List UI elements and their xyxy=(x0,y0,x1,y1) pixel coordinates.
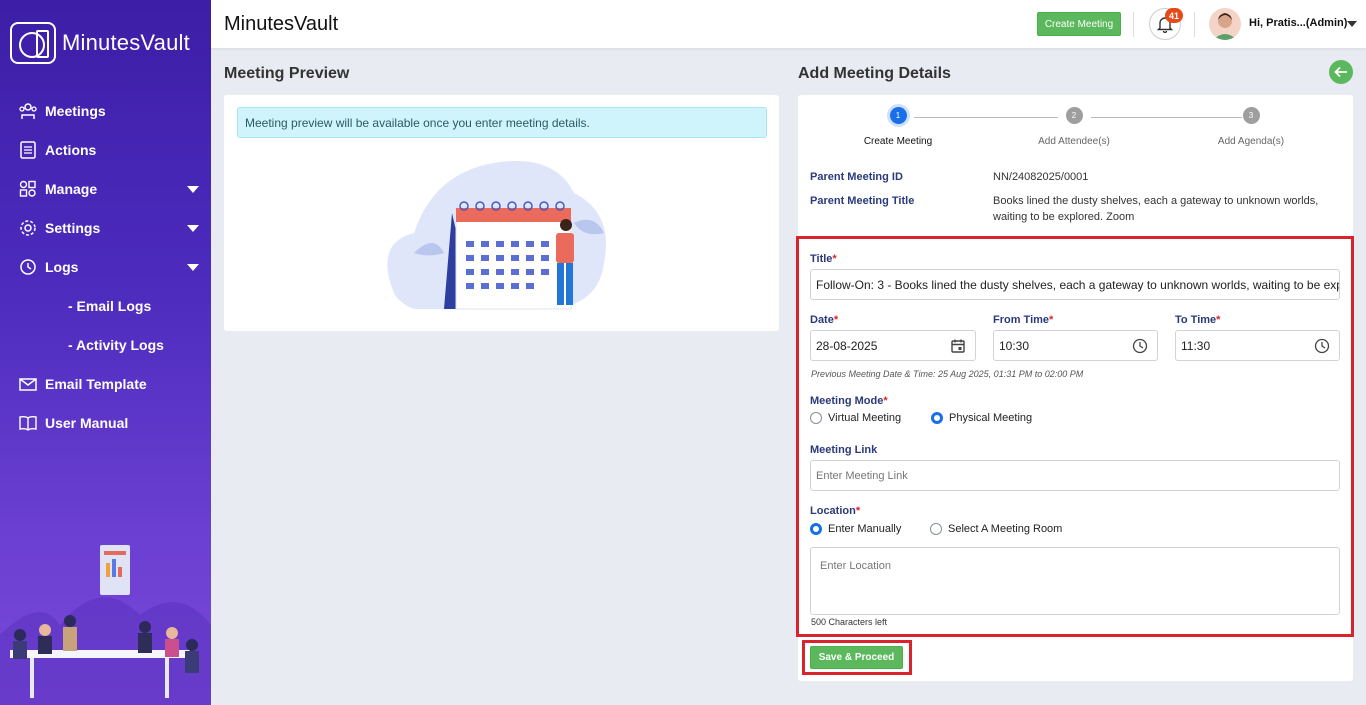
save-proceed-button[interactable]: Save & Proceed xyxy=(810,646,903,669)
history-icon xyxy=(18,257,38,277)
sidebar-item-settings[interactable]: Settings xyxy=(0,208,211,247)
from-time-input[interactable]: 10:30 xyxy=(993,330,1158,361)
title-input[interactable]: Follow-On: 3 - Books lined the dusty she… xyxy=(810,269,1340,300)
meeting-mode-label: Meeting Mode* xyxy=(810,395,888,407)
sidebar-item-label: - Email Logs xyxy=(68,297,152,314)
preview-notice: Meeting preview will be available once y… xyxy=(237,107,767,138)
brand-name: MinutesVault xyxy=(62,30,190,55)
preview-card: Meeting preview will be available once y… xyxy=(224,95,779,331)
sidebar-item-label: Email Template xyxy=(45,375,147,392)
sidebar-item-label: Actions xyxy=(45,141,97,158)
step-add-attendees[interactable]: 2 Add Attendee(s) xyxy=(1024,107,1124,147)
avatar[interactable] xyxy=(1209,8,1241,40)
brand-logo[interactable]: MinutesVault xyxy=(10,22,190,64)
sidebar-item-user-manual[interactable]: User Manual xyxy=(0,403,211,442)
sidebar-item-activity-logs[interactable]: - Activity Logs xyxy=(0,325,211,364)
envelope-icon xyxy=(18,374,38,394)
notification-count-badge: 41 xyxy=(1165,8,1183,23)
preview-heading: Meeting Preview xyxy=(224,65,350,82)
title-label: Title* xyxy=(810,253,837,265)
previous-meeting-hint: Previous Meeting Date & Time: 25 Aug 202… xyxy=(811,369,1084,379)
sidebar: MinutesVault Meetings Actions Manage Set… xyxy=(0,0,211,705)
location-label: Location* xyxy=(810,505,861,517)
radio-select-meeting-room[interactable]: Select A Meeting Room xyxy=(930,523,1062,535)
divider xyxy=(1133,12,1134,37)
page-title: MinutesVault xyxy=(224,13,339,35)
step-add-agendas[interactable]: 3 Add Agenda(s) xyxy=(1201,107,1301,147)
date-label: Date* xyxy=(810,314,839,326)
to-time-label: To Time* xyxy=(1175,314,1221,326)
sidebar-item-email-template[interactable]: Email Template xyxy=(0,364,211,403)
sidebar-item-label: - Activity Logs xyxy=(68,336,164,353)
to-time-input[interactable]: 11:30 xyxy=(1175,330,1340,361)
sidebar-item-email-logs[interactable]: - Email Logs xyxy=(0,286,211,325)
radio-button-selected[interactable] xyxy=(931,412,943,424)
meeting-link-input[interactable]: Enter Meeting Link xyxy=(810,460,1340,491)
parent-meeting-id-label: Parent Meeting ID xyxy=(810,171,903,183)
sidebar-nav: Meetings Actions Manage Settings Logs - … xyxy=(0,91,211,442)
radio-button[interactable] xyxy=(930,523,942,535)
grid-icon xyxy=(18,179,38,199)
step-label: Add Attendee(s) xyxy=(1038,136,1110,147)
create-meeting-button[interactable]: Create Meeting xyxy=(1037,12,1121,36)
arrow-left-icon xyxy=(1334,66,1347,78)
radio-button-selected[interactable] xyxy=(810,523,822,535)
sidebar-item-meetings[interactable]: Meetings xyxy=(0,91,211,130)
radio-physical-meeting[interactable]: Physical Meeting xyxy=(931,412,1032,424)
clock-icon[interactable] xyxy=(1132,338,1148,354)
step-number: 3 xyxy=(1242,107,1260,124)
step-label: Create Meeting xyxy=(863,136,933,147)
parent-meeting-title-label: Parent Meeting Title xyxy=(810,195,915,207)
vault-logo-icon xyxy=(10,22,56,64)
radio-virtual-meeting[interactable]: Virtual Meeting xyxy=(810,412,901,424)
sidebar-item-label: Manage xyxy=(45,180,98,197)
gear-icon xyxy=(18,218,38,238)
chevron-down-icon xyxy=(187,186,199,193)
sidebar-item-logs[interactable]: Logs xyxy=(0,247,211,286)
sidebar-item-actions[interactable]: Actions xyxy=(0,130,211,169)
chevron-down-icon xyxy=(187,264,199,271)
chevron-down-icon xyxy=(187,225,199,232)
meetings-icon xyxy=(18,101,38,121)
step-number: 1 xyxy=(889,107,907,124)
meeting-illustration xyxy=(0,545,211,705)
location-textarea[interactable]: Enter Location xyxy=(810,547,1340,615)
step-number: 2 xyxy=(1065,107,1083,124)
clipboard-list-icon xyxy=(18,140,38,160)
radio-button[interactable] xyxy=(810,412,822,424)
characters-left: 500 Characters left xyxy=(811,617,888,627)
back-button[interactable] xyxy=(1329,60,1353,84)
parent-meeting-title-value: Books lined the dusty shelves, each a ga… xyxy=(993,195,1319,223)
book-icon xyxy=(18,413,38,433)
sidebar-item-label: User Manual xyxy=(45,414,129,431)
meeting-link-label: Meeting Link xyxy=(810,444,878,456)
user-greeting[interactable]: Hi, Pratis...(Admin) xyxy=(1249,17,1347,29)
date-input[interactable]: 28-08-2025 xyxy=(810,330,976,361)
sidebar-item-label: Settings xyxy=(45,219,101,236)
top-bar: MinutesVault Create Meeting 41 Hi, Prati… xyxy=(211,0,1366,48)
sidebar-item-label: Logs xyxy=(45,258,79,275)
calendar-illustration xyxy=(387,161,606,310)
step-label: Add Agenda(s) xyxy=(1217,136,1285,147)
step-create-meeting[interactable]: 1 Create Meeting xyxy=(848,107,948,147)
chevron-down-icon[interactable] xyxy=(1347,21,1357,27)
clock-icon[interactable] xyxy=(1314,338,1330,354)
details-heading: Add Meeting Details xyxy=(798,65,951,82)
sidebar-item-label: Meetings xyxy=(45,102,106,119)
sidebar-item-manage[interactable]: Manage xyxy=(0,169,211,208)
from-time-label: From Time* xyxy=(993,314,1054,326)
parent-meeting-id-value: NN/24082025/0001 xyxy=(993,171,1089,183)
calendar-icon[interactable] xyxy=(950,338,966,354)
radio-enter-manually[interactable]: Enter Manually xyxy=(810,523,901,535)
divider xyxy=(1194,12,1195,37)
